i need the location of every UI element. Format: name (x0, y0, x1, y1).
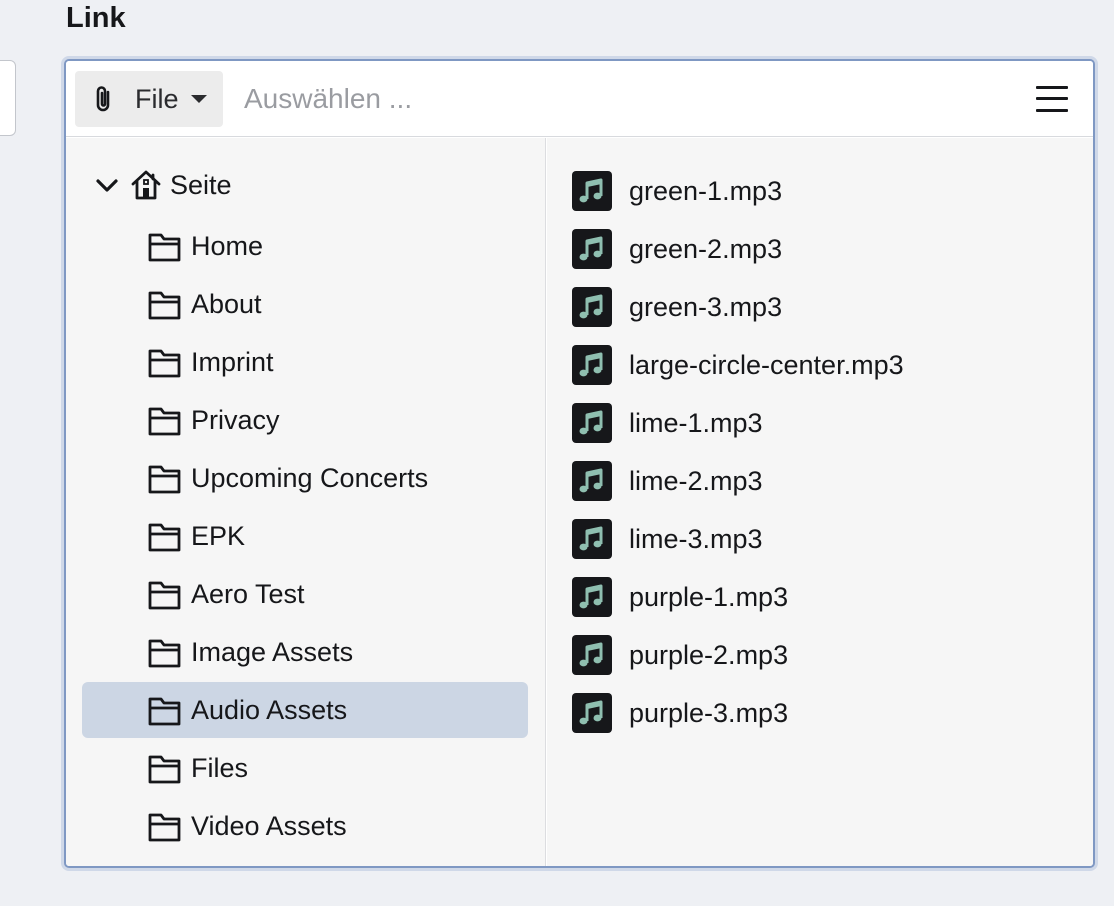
file-item[interactable]: purple-2.mp3 (572, 626, 1072, 684)
tree-item-label: Image Assets (191, 637, 354, 667)
tree-item-label: EPK (191, 521, 246, 551)
file-item-label: green-2.mp3 (629, 234, 783, 264)
audio-file-icon (572, 577, 612, 617)
tree-item-epk[interactable]: EPK (82, 508, 528, 564)
tree-list: Home About Imprint Privacy Upcoming Concerts… (82, 218, 528, 856)
adjacent-input[interactable] (0, 60, 16, 136)
audio-file-icon (572, 229, 612, 269)
folder-icon (148, 639, 181, 667)
tree-item-privacy[interactable]: Privacy (82, 392, 528, 448)
folder-icon (148, 407, 181, 435)
file-item-label: green-1.mp3 (629, 176, 783, 206)
audio-file-icon (572, 171, 612, 211)
tree-item-image-assets[interactable]: Image Assets (82, 624, 528, 680)
link-picker: File Seite Home About Imprint Privacy Upcomi… (64, 59, 1095, 868)
file-list: green-1.mp3 green-2.mp3 green-3.mp3 large-c… (572, 162, 1072, 742)
tree-item-label: Video Assets (191, 811, 347, 841)
page-tree: Seite Home About Imprint Privacy Upcoming Co… (66, 138, 546, 866)
file-item[interactable]: green-1.mp3 (572, 162, 1072, 220)
tree-root-seite[interactable]: Seite (94, 165, 232, 205)
folder-icon (148, 349, 181, 377)
audio-file-icon (572, 635, 612, 675)
audio-file-icon (572, 519, 612, 559)
folder-icon (148, 233, 181, 261)
folder-icon (148, 755, 181, 783)
file-item[interactable]: lime-3.mp3 (572, 510, 1072, 568)
audio-file-icon (572, 345, 612, 385)
audio-file-icon (572, 287, 612, 327)
folder-icon (148, 523, 181, 551)
folder-icon (148, 697, 181, 725)
file-item[interactable]: purple-1.mp3 (572, 568, 1072, 626)
file-item[interactable]: lime-1.mp3 (572, 394, 1072, 452)
tree-item-audio-assets[interactable]: Audio Assets (82, 682, 528, 738)
audio-file-icon (572, 693, 612, 733)
file-item-label: purple-1.mp3 (629, 582, 789, 612)
tree-item-label: Upcoming Concerts (191, 463, 429, 493)
tree-item-label: About (191, 289, 262, 319)
file-item-label: lime-2.mp3 (629, 466, 763, 496)
menu-button[interactable] (1034, 83, 1070, 115)
tree-item-aero-test[interactable]: Aero Test (82, 566, 528, 622)
tree-root-label: Seite (170, 170, 232, 200)
hamburger-menu-icon (1036, 86, 1068, 89)
file-item-label: purple-2.mp3 (629, 640, 789, 670)
tree-item-video-assets[interactable]: Video Assets (82, 798, 528, 854)
tree-item-label: Home (191, 231, 264, 261)
file-item[interactable]: purple-3.mp3 (572, 684, 1072, 742)
file-item-label: lime-1.mp3 (629, 408, 763, 438)
file-item-label: purple-3.mp3 (629, 698, 789, 728)
file-item[interactable]: green-2.mp3 (572, 220, 1072, 278)
folder-icon (148, 813, 181, 841)
link-type-dropdown[interactable]: File (75, 71, 223, 127)
file-item-label: green-3.mp3 (629, 292, 783, 322)
folder-icon (148, 291, 181, 319)
caret-down-icon (191, 95, 207, 103)
file-item[interactable]: large-circle-center.mp3 (572, 336, 1072, 394)
file-item[interactable]: lime-2.mp3 (572, 452, 1072, 510)
chevron-down-icon[interactable] (94, 172, 120, 198)
tree-item-label: Files (191, 753, 249, 783)
audio-file-icon (572, 461, 612, 501)
file-item-label: large-circle-center.mp3 (629, 350, 904, 380)
file-item-label: lime-3.mp3 (629, 524, 763, 554)
paperclip-icon (96, 86, 110, 112)
field-label: Link (66, 2, 126, 34)
folder-icon (148, 465, 181, 493)
file-list-pane: green-1.mp3 green-2.mp3 green-3.mp3 large-c… (547, 138, 1093, 866)
link-type-label: File (135, 84, 179, 114)
folder-icon (148, 581, 181, 609)
picker-toolbar: File (66, 61, 1093, 137)
file-item[interactable]: green-3.mp3 (572, 278, 1072, 336)
home-icon (131, 170, 161, 200)
tree-item-label: Imprint (191, 347, 274, 377)
search-input[interactable] (244, 75, 1004, 123)
tree-item-label: Privacy (191, 405, 280, 435)
tree-item-files[interactable]: Files (82, 740, 528, 796)
tree-item-upcoming-concerts[interactable]: Upcoming Concerts (82, 450, 528, 506)
tree-item-about[interactable]: About (82, 276, 528, 332)
tree-item-label: Audio Assets (191, 695, 348, 725)
audio-file-icon (572, 403, 612, 443)
tree-item-imprint[interactable]: Imprint (82, 334, 528, 390)
tree-item-home[interactable]: Home (82, 218, 528, 274)
tree-item-label: Aero Test (191, 579, 305, 609)
